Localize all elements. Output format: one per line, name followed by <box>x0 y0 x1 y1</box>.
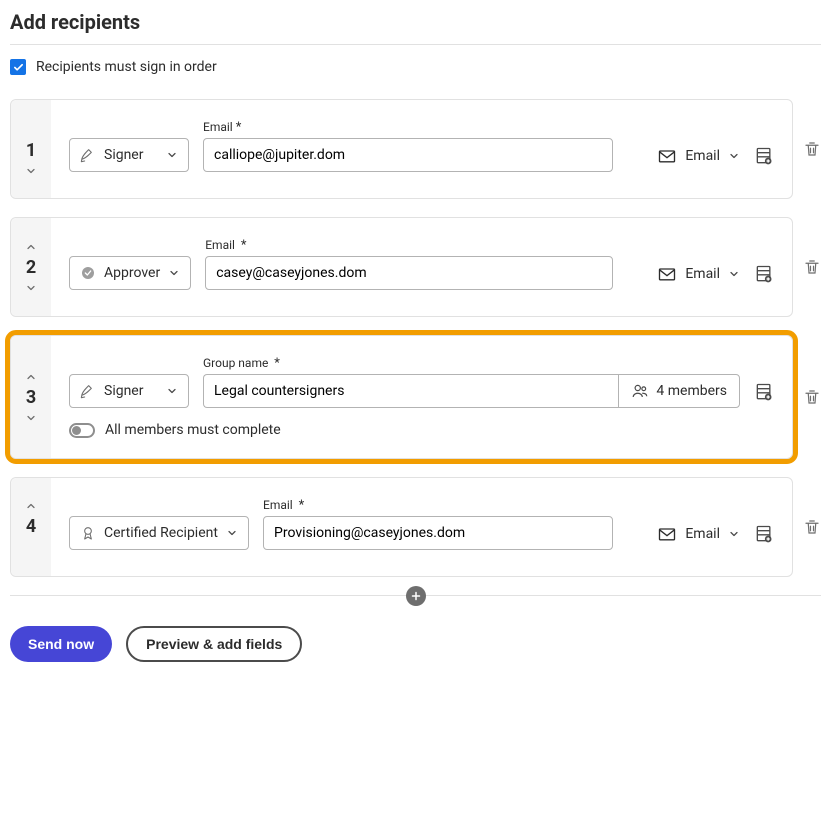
chevron-down-icon <box>728 268 740 280</box>
chevron-down-icon <box>25 412 37 424</box>
all-members-toggle[interactable] <box>69 423 95 438</box>
chevron-down-icon <box>166 149 178 161</box>
recipient-card: 3 Signer Group name <box>10 335 793 459</box>
chevron-down-icon <box>728 150 740 162</box>
role-select[interactable]: Signer <box>69 374 189 408</box>
envelope-icon <box>657 524 677 544</box>
envelope-icon <box>657 146 677 166</box>
delete-recipient-button[interactable] <box>803 140 821 158</box>
recipient-list: 1 Signer Email * <box>10 99 821 577</box>
chevron-down-icon <box>166 385 178 397</box>
field-label: Group name * <box>203 356 740 371</box>
sign-in-order-label: Recipients must sign in order <box>36 59 217 75</box>
role-select[interactable]: Approver <box>69 256 191 290</box>
recipient-card: 4 Certified Recipient Email * <box>10 477 793 577</box>
add-recipient-button[interactable] <box>406 586 426 606</box>
move-up-button[interactable] <box>25 500 37 512</box>
delivery-method-select[interactable]: Email <box>657 524 740 544</box>
address-book-button[interactable] <box>754 524 774 544</box>
order-column: 2 <box>11 218 51 316</box>
group-name-input[interactable] <box>203 374 618 408</box>
ribbon-icon <box>80 525 96 541</box>
delete-recipient-button[interactable] <box>803 518 821 536</box>
address-book-button[interactable] <box>754 264 774 284</box>
recipient-row: 1 Signer Email * <box>10 99 821 199</box>
move-down-button[interactable] <box>25 412 37 424</box>
order-column: 4 <box>11 478 51 576</box>
role-label: Signer <box>104 147 143 163</box>
plus-icon <box>410 590 422 602</box>
pen-icon <box>80 383 96 399</box>
card-body: Signer Email * Email <box>51 100 792 198</box>
trash-icon <box>803 518 821 536</box>
delete-recipient-button[interactable] <box>803 258 821 276</box>
sign-in-order-checkbox[interactable] <box>10 59 26 75</box>
envelope-icon <box>657 264 677 284</box>
address-book-button[interactable] <box>754 146 774 166</box>
move-up-button[interactable] <box>25 241 37 253</box>
chevron-down-icon <box>728 528 740 540</box>
address-book-icon <box>754 382 774 402</box>
address-book-icon <box>754 146 774 166</box>
all-members-label: All members must complete <box>105 422 281 438</box>
all-members-toggle-row: All members must complete <box>69 422 774 438</box>
chevron-up-icon <box>25 500 37 512</box>
order-number: 2 <box>26 257 36 278</box>
role-label: Approver <box>104 265 160 281</box>
card-body: Certified Recipient Email * Email <box>51 478 792 576</box>
field-label: Email * <box>263 498 613 513</box>
delivery-method-select[interactable]: Email <box>657 264 740 284</box>
recipient-row: 2 Approver Email * <box>10 217 821 317</box>
pen-icon <box>80 147 96 163</box>
delivery-method-select[interactable]: Email <box>657 146 740 166</box>
email-input[interactable] <box>203 138 613 172</box>
move-down-button[interactable] <box>25 282 37 294</box>
order-column: 1 <box>11 100 51 198</box>
role-select[interactable]: Signer <box>69 138 189 172</box>
card-body: Signer Group name * 4 members <box>51 336 792 458</box>
check-circle-icon <box>80 265 96 281</box>
chevron-down-icon <box>226 527 238 539</box>
move-down-button[interactable] <box>25 165 37 177</box>
field-label: Email * <box>205 238 613 253</box>
order-number: 3 <box>26 387 36 408</box>
send-now-button[interactable]: Send now <box>10 626 112 662</box>
address-book-icon <box>754 264 774 284</box>
checkmark-icon <box>13 62 24 73</box>
delete-recipient-button[interactable] <box>803 388 821 406</box>
preview-add-fields-button[interactable]: Preview & add fields <box>126 626 302 662</box>
chevron-up-icon <box>25 241 37 253</box>
recipient-card: 1 Signer Email * <box>10 99 793 199</box>
order-column: 3 <box>11 336 51 458</box>
card-body: Approver Email * Email <box>51 218 792 316</box>
chevron-down-icon <box>25 165 37 177</box>
field-label: Email * <box>203 120 613 135</box>
role-label: Certified Recipient <box>104 525 218 541</box>
page-title: Add recipients <box>10 10 821 45</box>
role-label: Signer <box>104 383 143 399</box>
footer-actions: Send now Preview & add fields <box>10 626 821 662</box>
address-book-button[interactable] <box>754 382 774 402</box>
recipient-row: 4 Certified Recipient Email * <box>10 477 821 577</box>
trash-icon <box>803 140 821 158</box>
chevron-down-icon <box>25 282 37 294</box>
move-up-button[interactable] <box>25 371 37 383</box>
order-number: 1 <box>26 140 36 161</box>
address-book-icon <box>754 524 774 544</box>
group-members-button[interactable]: 4 members <box>618 374 740 408</box>
chevron-up-icon <box>25 371 37 383</box>
recipient-card: 2 Approver Email * <box>10 217 793 317</box>
chevron-down-icon <box>168 267 180 279</box>
recipient-row: 3 Signer Group name <box>10 335 821 459</box>
email-input[interactable] <box>263 516 613 550</box>
trash-icon <box>803 258 821 276</box>
trash-icon <box>803 388 821 406</box>
role-select[interactable]: Certified Recipient <box>69 516 249 550</box>
sign-in-order-row: Recipients must sign in order <box>10 45 821 99</box>
add-recipient-divider <box>10 595 821 596</box>
people-icon <box>631 382 649 400</box>
order-number: 4 <box>26 516 36 537</box>
email-input[interactable] <box>205 256 613 290</box>
